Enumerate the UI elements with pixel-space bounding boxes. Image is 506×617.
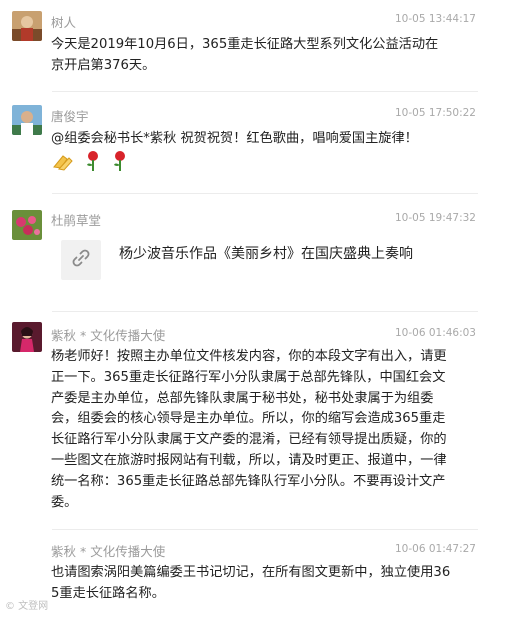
comment-time: 10-06 01:47:27 xyxy=(394,543,476,555)
watermark: © 文登网 xyxy=(5,601,49,612)
divider xyxy=(52,311,478,312)
comment-author[interactable]: 紫秋 * 文化传播大使 xyxy=(51,325,165,344)
comment-time: 10-05 17:50:22 xyxy=(394,107,476,119)
avatar-flower-icon xyxy=(12,210,42,240)
comment-author[interactable]: 紫秋 * 文化传播大使 xyxy=(51,541,165,560)
comment-author[interactable]: 树人 xyxy=(51,12,76,31)
link-thumbnail xyxy=(61,240,101,280)
comment-text: 杨老师好！按照主办单位文件核发内容，你的本段文字有出入，请更正一下。365重走长… xyxy=(51,349,447,510)
comment-time: 10-06 01:46:03 xyxy=(394,327,476,339)
divider xyxy=(52,193,478,194)
divider xyxy=(52,529,478,530)
avatar[interactable] xyxy=(12,11,42,41)
rose-icon xyxy=(111,150,129,176)
rose-icon xyxy=(84,150,102,176)
comment-time: 10-05 19:47:32 xyxy=(394,212,476,224)
link-title[interactable]: 杨少波音乐作品《美丽乡村》在国庆盛典上奏响 xyxy=(119,243,413,263)
comment-text: @组委会秘书长*紫秋 祝贺祝贺！红色歌曲，唱响爱国主旋律！ xyxy=(51,131,418,146)
link-card[interactable]: 杨少波音乐作品《美丽乡村》在国庆盛典上奏响 xyxy=(51,240,451,284)
divider xyxy=(52,91,478,92)
comment-time: 10-05 13:44:17 xyxy=(394,13,476,25)
avatar-portrait-icon xyxy=(12,322,42,352)
link-icon xyxy=(71,248,91,272)
avatar[interactable] xyxy=(12,322,42,352)
emoji-row xyxy=(51,150,133,176)
clap-hands-icon xyxy=(51,150,75,176)
comment-author[interactable]: 杜鹃草堂 xyxy=(51,210,101,229)
avatar[interactable] xyxy=(12,105,42,135)
comment-feed: 树人 10-05 13:44:17 今天是2019年10月6日，365重走长征路… xyxy=(0,0,506,617)
avatar-portrait-icon xyxy=(12,105,42,135)
avatar-portrait-icon xyxy=(12,11,42,41)
comment-author[interactable]: 唐俊宇 xyxy=(51,106,89,125)
comment-text: 今天是2019年10月6日，365重走长征路大型系列文化公益活动在京开启第376… xyxy=(51,37,439,73)
avatar[interactable] xyxy=(12,210,42,240)
comment-text: 也请图索涡阳美篇编委王书记切记，在所有图文更新中，独立使用365重走长征路名称。 xyxy=(51,565,451,601)
